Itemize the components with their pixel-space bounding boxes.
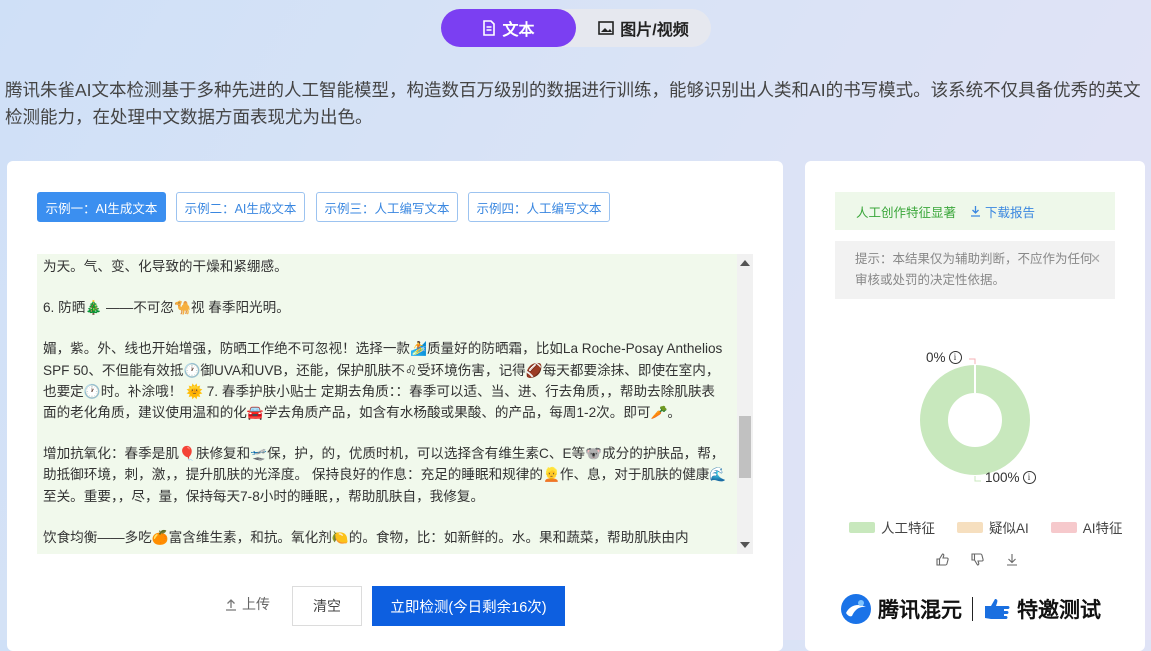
clear-button[interactable]: 清空 (292, 586, 362, 626)
thumbs-up-icon[interactable] (936, 553, 949, 571)
leader-line-bottom (974, 476, 981, 482)
hint-text: 提示：本结果仅为辅助判断，不应作为任何审核或处罚的决定性依据。 (855, 252, 1093, 287)
donut-top-value: 0% (926, 350, 946, 365)
info-icon[interactable]: i (1022, 471, 1036, 484)
result-donut-chart (920, 358, 1030, 482)
text-input-area[interactable]: 为天。气、变、化导致的干燥和紧绷感。 6. 防晒🎄 ——不可忽🐪视 春季阳光明。… (37, 254, 753, 554)
mode-tabs: 文本 图片/视频 (441, 9, 711, 47)
tab-media-label: 图片/视频 (620, 22, 689, 39)
download-icon[interactable] (1006, 553, 1018, 571)
text-paragraph: 6. 防晒🎄 ——不可忽🐪视 春季阳光明。 (43, 300, 290, 316)
donut-top-label: 0% i (926, 350, 962, 365)
info-icon[interactable]: i (948, 351, 962, 364)
leader-line-top (969, 358, 976, 364)
legend-ai[interactable]: AI特征 (1050, 517, 1123, 537)
legend-suspect-swatch (957, 521, 983, 533)
text-scrollbar[interactable] (737, 254, 753, 554)
scroll-up-arrow-icon[interactable] (740, 260, 750, 266)
chart-legend: 人工特征 疑似AI AI特征 (849, 517, 1145, 537)
legend-suspect-label: 疑似AI (989, 521, 1029, 536)
disclaimer-hint: 提示：本结果仅为辅助判断，不应作为任何审核或处罚的决定性依据。 ✕ (835, 241, 1115, 299)
text-paragraph: 媚，紫。外、线也开始增强，防晒工作绝不可忽视！选择一款🏄质量好的防晒霜，比如La… (43, 341, 723, 421)
document-icon (483, 20, 496, 36)
donut-bottom-value: 100% (985, 470, 1020, 485)
result-label: 人工创作特征显著 (856, 205, 957, 220)
text-paragraph: 增加抗氧化：春季是肌🎈肤修复和🛫保，护，的，优质时机，可以选择含有维生素C、E等… (43, 446, 727, 504)
close-icon[interactable]: ✕ (1090, 248, 1101, 269)
tab-media[interactable]: 图片/视频 (576, 9, 711, 47)
feedback-bar (936, 553, 1040, 571)
brand-test-label: 特邀测试 (1017, 599, 1101, 622)
legend-ai-label: AI特征 (1082, 521, 1123, 536)
scroll-down-arrow-icon[interactable] (740, 542, 750, 548)
pointing-hand-icon (985, 599, 1010, 619)
tab-text[interactable]: 文本 (441, 9, 576, 47)
intro-text: 腾讯朱雀AI文本检测基于多种先进的人工智能模型，构造数百万级别的数据进行训练，能… (5, 80, 1141, 127)
text-paragraph: 为天。气、变、化导致的干燥和紧绷感。 (43, 259, 288, 274)
legend-suspect[interactable]: 疑似AI (957, 517, 1029, 537)
example-1-chip[interactable]: 示例一：AI生成文本 (37, 192, 166, 222)
legend-ai-swatch (1050, 521, 1077, 533)
detect-button[interactable]: 立即检测(今日剩余16次) (372, 586, 565, 626)
download-label: 下载报告 (985, 205, 1036, 220)
brand-name: 腾讯混元 (878, 599, 962, 622)
text-paragraph: 饮食均衡——多吃🍊富含维生素，和抗。氧化剂🍋的。食物，比：如新鲜的。水。果和蔬菜… (43, 529, 689, 545)
result-panel: 人工创作特征显著 下载报告 提示：本结果仅为辅助判断，不应作为任何审核或处罚的决… (805, 161, 1145, 651)
brand-divider (972, 597, 973, 621)
donut-bottom-label: 100% i (985, 470, 1036, 485)
hunyuan-logo-icon (841, 594, 871, 624)
example-3-chip[interactable]: 示例三：人工编写文本 (316, 192, 458, 222)
result-summary: 人工创作特征显著 下载报告 (835, 192, 1115, 230)
example-2-chip[interactable]: 示例二：AI生成文本 (176, 192, 305, 222)
upload-button[interactable]: 上传 (225, 594, 270, 614)
legend-human-swatch (849, 521, 875, 533)
legend-human-label: 人工特征 (881, 521, 935, 536)
text-content: 为天。气、变、化导致的干燥和紧绷感。 6. 防晒🎄 ——不可忽🐪视 春季阳光明。… (43, 256, 727, 554)
download-report-link[interactable]: 下载报告 (970, 202, 1035, 221)
brand-footer: 腾讯混元 特邀测试 (840, 593, 1101, 625)
example-4-chip[interactable]: 示例四：人工编写文本 (468, 192, 610, 222)
download-icon (971, 206, 981, 217)
scroll-thumb[interactable] (739, 416, 751, 478)
upload-icon (226, 598, 236, 611)
tab-text-label: 文本 (502, 22, 535, 39)
image-icon (598, 21, 615, 35)
thumbs-down-icon[interactable] (971, 553, 984, 571)
legend-human[interactable]: 人工特征 (849, 517, 935, 537)
upload-label: 上传 (242, 596, 270, 612)
input-panel: 示例一：AI生成文本 示例二：AI生成文本 示例三：人工编写文本 示例四：人工编… (7, 161, 783, 651)
